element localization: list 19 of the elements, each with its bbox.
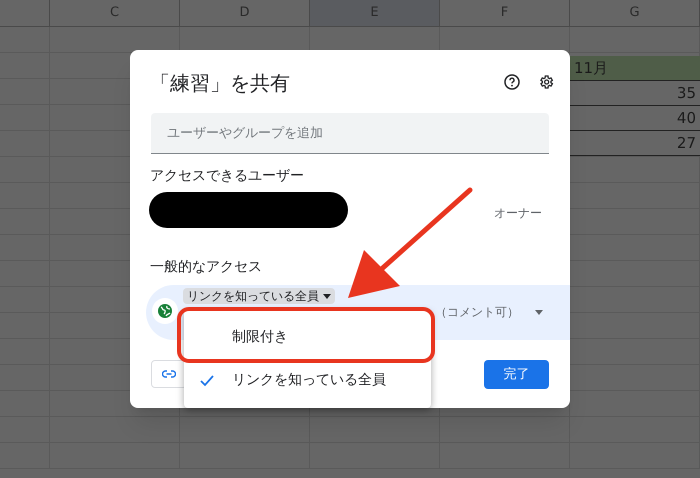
table-cell: 11月 bbox=[570, 56, 700, 81]
role-dropdown[interactable]: （コメント可） bbox=[435, 303, 543, 321]
access-dropdown[interactable]: リンクを知っている全員 bbox=[183, 288, 335, 304]
table-cell: 35 bbox=[570, 81, 700, 106]
caret-icon bbox=[535, 310, 543, 314]
caret-icon bbox=[323, 294, 331, 298]
link-icon bbox=[162, 370, 176, 378]
table-cell: 40 bbox=[570, 106, 700, 131]
section-heading: アクセスできるユーザー bbox=[150, 167, 304, 186]
table-cell: 27 bbox=[570, 131, 700, 156]
owner-role: オーナー bbox=[494, 205, 542, 222]
check-icon bbox=[200, 374, 214, 386]
settings-icon[interactable] bbox=[538, 74, 554, 90]
section-heading: 一般的なアクセス bbox=[150, 258, 262, 277]
dialog-title: 「練習」を共有 bbox=[150, 70, 290, 97]
help-icon[interactable] bbox=[504, 74, 520, 90]
add-people-field[interactable]: ユーザーやグループを追加 bbox=[151, 113, 549, 154]
menu-item[interactable]: リンクを知っている全員 bbox=[184, 359, 431, 402]
done-button[interactable]: 完了 bbox=[484, 360, 549, 389]
